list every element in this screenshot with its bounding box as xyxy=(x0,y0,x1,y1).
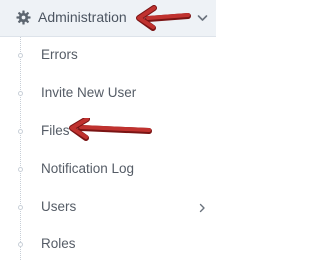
menu-item-notification-log[interactable]: Notification Log xyxy=(0,151,216,188)
menu-item-errors[interactable]: Errors xyxy=(0,37,216,74)
administration-menu-header[interactable]: Administration xyxy=(0,0,216,37)
bullet-icon xyxy=(18,129,23,134)
menu-item-label: Files xyxy=(41,123,70,138)
menu-item-files[interactable]: Files xyxy=(0,113,216,150)
menu-item-label: Errors xyxy=(41,47,78,62)
menu-item-users[interactable]: Users xyxy=(0,189,216,226)
menu-item-label: Invite New User xyxy=(41,85,137,100)
bullet-icon xyxy=(18,53,23,58)
bullet-icon xyxy=(18,91,23,96)
menu-item-label: Users xyxy=(41,199,77,214)
menu-item-label: Roles xyxy=(41,236,76,251)
gear-icon xyxy=(16,10,31,25)
chevron-right-icon xyxy=(199,203,205,213)
administration-label: Administration xyxy=(38,9,127,25)
bullet-icon xyxy=(18,205,23,210)
menu-item-invite-new-user[interactable]: Invite New User xyxy=(0,75,216,112)
menu-item-label: Notification Log xyxy=(41,161,135,176)
chevron-down-icon[interactable] xyxy=(197,13,208,23)
menu-item-roles[interactable]: Roles xyxy=(0,226,216,260)
bullet-icon xyxy=(18,167,23,172)
admin-menu: Administration Errors Invite New User Fi… xyxy=(0,0,216,260)
bullet-icon xyxy=(18,242,23,247)
